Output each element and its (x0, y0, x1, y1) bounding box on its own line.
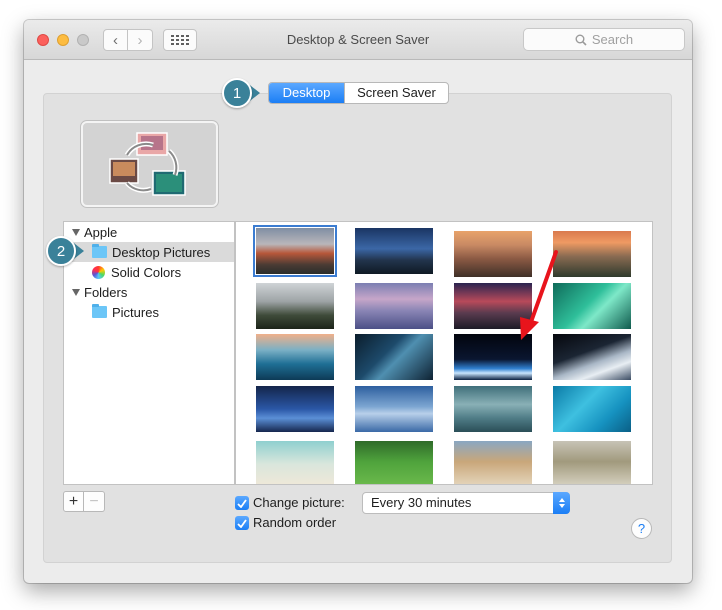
random-order-checkbox[interactable] (235, 516, 249, 530)
popup-arrows-icon (553, 492, 570, 514)
desktop-preview (81, 121, 218, 207)
checkmark-icon (237, 518, 247, 528)
search-placeholder: Search (591, 32, 634, 47)
wallpaper-grid[interactable] (235, 221, 653, 485)
search-field[interactable]: Search (523, 28, 685, 51)
tab-screen-saver[interactable]: Screen Saver (344, 83, 448, 103)
interval-value: Every 30 minutes (371, 495, 472, 510)
sidebar-item-apple[interactable]: Apple (64, 222, 234, 242)
sidebar-item-label: Solid Colors (111, 264, 182, 280)
remove-folder-button[interactable]: − (84, 491, 105, 512)
folder-icon (92, 304, 107, 318)
sidebar-item-label: Pictures (112, 304, 159, 320)
add-folder-button[interactable]: + (63, 491, 84, 512)
interval-popup[interactable]: Every 30 minutes (362, 492, 570, 514)
checkmark-icon (237, 498, 247, 508)
color-wheel-icon (92, 265, 105, 279)
callout-badge: 1 (222, 78, 252, 108)
change-picture-label: Change picture: (253, 495, 345, 510)
callout-badge: 2 (46, 236, 76, 266)
sidebar-item-label: Folders (84, 284, 128, 300)
title-bar: ‹ › Desktop & Screen Saver Search (24, 20, 692, 60)
disclosure-triangle-icon[interactable] (72, 288, 80, 296)
sidebar-item-folders[interactable]: Folders (64, 282, 234, 302)
disclosure-triangle-icon[interactable] (72, 228, 80, 236)
sidebar-item-label: Desktop Pictures (112, 244, 211, 260)
folder-icon (92, 244, 107, 258)
sidebar-item-desktop-pictures[interactable]: Desktop Pictures (64, 242, 234, 262)
help-button[interactable]: ? (631, 518, 652, 539)
callout-2: 2 (46, 236, 84, 266)
sidebar-item-solid-colors[interactable]: Solid Colors (64, 262, 234, 282)
tab-bar: Desktop Screen Saver (268, 82, 449, 104)
sidebar-item-label: Apple (84, 224, 118, 240)
red-arrow-annotation (520, 250, 558, 340)
preferences-window: ‹ › Desktop & Screen Saver Search Deskto… (24, 20, 692, 583)
callout-1: 1 (222, 78, 260, 108)
random-order-label: Random order (253, 515, 337, 530)
sidebar-item-pictures[interactable]: Pictures (64, 302, 234, 322)
search-icon (575, 34, 587, 46)
rotate-pictures-icon (109, 132, 186, 196)
source-list[interactable]: Apple Desktop Pictures Solid Colors Fold… (63, 221, 235, 485)
tab-desktop[interactable]: Desktop (269, 83, 344, 103)
change-picture-checkbox[interactable] (235, 496, 249, 510)
